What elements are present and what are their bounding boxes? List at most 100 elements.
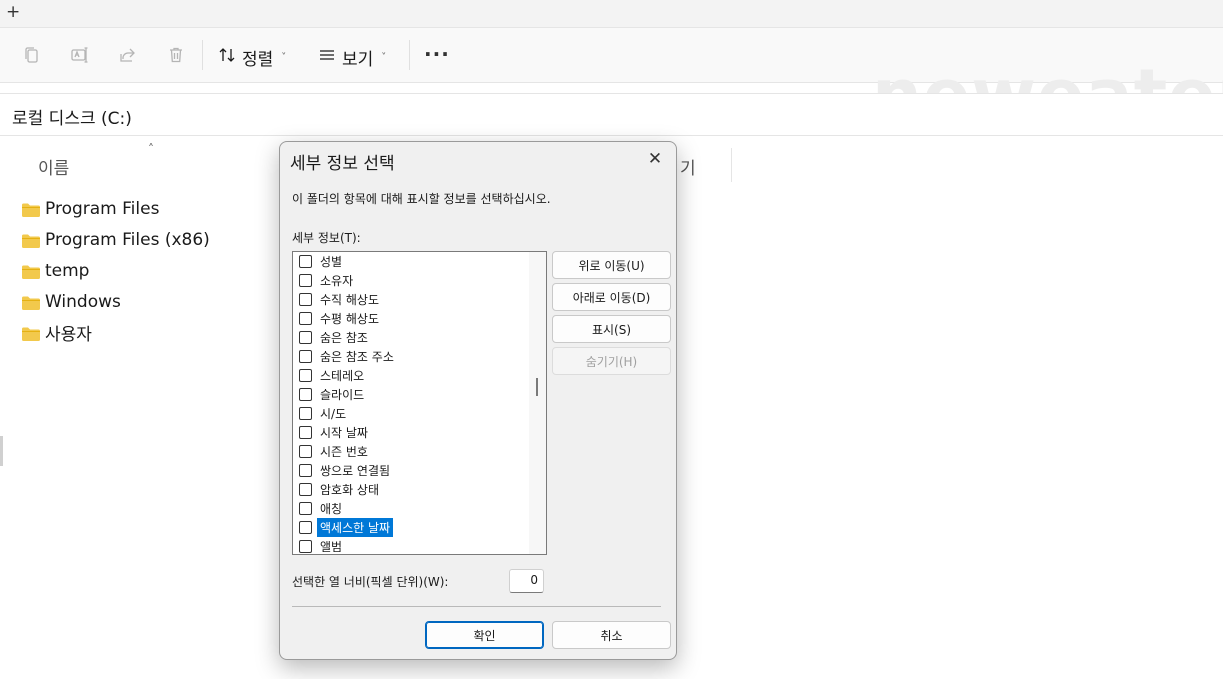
details-item-label: 수직 해상도 — [320, 293, 380, 307]
list-item[interactable]: temp — [22, 255, 210, 286]
details-item-label: 스테레오 — [320, 369, 365, 383]
details-list-item[interactable]: 성별 — [299, 252, 345, 271]
column-header-name[interactable]: 이름 — [38, 154, 69, 179]
details-item-label: 액세스한 날짜 — [317, 518, 394, 537]
details-item-label: 암호화 상태 — [320, 483, 380, 497]
checkbox[interactable] — [299, 445, 312, 458]
sort-button[interactable]: 정렬 ˅ — [218, 45, 286, 70]
details-item-label: 수평 해상도 — [320, 312, 380, 326]
details-list-item[interactable]: 숨은 참조 주소 — [299, 347, 397, 366]
view-icon — [318, 46, 336, 69]
cancel-button[interactable]: 취소 — [552, 621, 671, 649]
details-list-item[interactable]: 시작 날짜 — [299, 423, 371, 442]
details-list-item[interactable]: 스테레오 — [299, 366, 367, 385]
ok-button[interactable]: 확인 — [425, 621, 544, 649]
hide-button[interactable]: 숨기기(H) — [552, 347, 671, 375]
checkbox[interactable] — [299, 331, 312, 344]
details-list-item[interactable]: 수평 해상도 — [299, 309, 382, 328]
details-list-item[interactable]: 쌍으로 연결됨 — [299, 461, 393, 480]
checkbox[interactable] — [299, 483, 312, 496]
details-item-label: 슬라이드 — [320, 388, 365, 402]
details-list-label: 세부 정보(T): — [292, 231, 361, 245]
list-item[interactable]: 사용자 — [22, 317, 210, 348]
checkbox[interactable] — [299, 464, 312, 477]
column-width-input[interactable]: 0 — [509, 569, 544, 593]
details-list-item[interactable]: 숨은 참조 — [299, 328, 371, 347]
file-name: temp — [45, 260, 90, 281]
checkbox[interactable] — [299, 312, 312, 325]
details-list-item[interactable]: 애칭 — [299, 499, 345, 518]
list-item[interactable]: Program Files — [22, 193, 210, 224]
checkbox[interactable] — [299, 426, 312, 439]
command-bar: 정렬 ˅ 보기 ˅ ··· neweater — [0, 28, 1223, 136]
details-list-item-selected[interactable]: 액세스한 날짜 — [299, 518, 394, 537]
chevron-down-icon: ˅ — [281, 52, 287, 63]
delete-icon[interactable] — [166, 45, 186, 65]
view-label: 보기 — [342, 50, 374, 70]
show-button[interactable]: 표시(S) — [552, 315, 671, 343]
checkbox[interactable] — [299, 369, 312, 382]
address-path: 로컬 디스크 (C:) — [12, 109, 132, 129]
sort-label: 정렬 — [242, 50, 274, 70]
checkbox[interactable] — [299, 407, 312, 420]
pane-resize-handle[interactable] — [0, 436, 3, 466]
folder-icon — [22, 264, 40, 279]
dialog-description: 이 폴더의 항목에 대해 표시할 정보를 선택하십시오. — [292, 192, 551, 206]
close-button[interactable]: ✕ — [644, 148, 666, 170]
details-list-item[interactable]: 시/도 — [299, 404, 349, 423]
details-list-item[interactable]: 암호화 상태 — [299, 480, 382, 499]
sort-ascending-icon: ˄ — [148, 142, 154, 156]
dialog-title: 세부 정보 선택 — [290, 154, 395, 174]
chevron-down-icon: ˅ — [381, 52, 387, 63]
details-list-item[interactable]: 소유자 — [299, 271, 356, 290]
details-listbox[interactable]: 성별 소유자 수직 해상도 수평 해상도 숨은 참조 숨은 참조 주소 스테레오… — [292, 251, 547, 555]
checkbox[interactable] — [299, 274, 312, 287]
checkbox[interactable] — [299, 502, 312, 515]
checkbox[interactable] — [299, 293, 312, 306]
column-header-partial[interactable]: 기 — [680, 154, 696, 179]
toolbar-divider — [409, 40, 410, 70]
details-list-item[interactable]: 시즌 번호 — [299, 442, 371, 461]
checkbox[interactable] — [299, 540, 312, 553]
choose-details-dialog: 세부 정보 선택 ✕ 이 폴더의 항목에 대해 표시할 정보를 선택하십시오. … — [279, 141, 677, 660]
file-name: Windows — [45, 291, 121, 312]
file-name: Program Files (x86) — [45, 229, 210, 250]
checkbox[interactable] — [299, 521, 312, 534]
view-button[interactable]: 보기 ˅ — [318, 45, 386, 70]
move-down-button[interactable]: 아래로 이동(D) — [552, 283, 671, 311]
details-list-item[interactable]: 슬라이드 — [299, 385, 367, 404]
address-bar[interactable]: 로컬 디스크 (C:) — [0, 93, 1223, 136]
folder-icon — [22, 202, 40, 217]
details-item-label: 시작 날짜 — [320, 426, 368, 440]
details-item-label: 소유자 — [320, 274, 354, 288]
list-item[interactable]: Program Files (x86) — [22, 224, 210, 255]
details-list-item[interactable]: 앨범 — [299, 537, 345, 554]
toolbar-divider — [202, 40, 203, 70]
share-icon[interactable] — [118, 45, 138, 65]
file-list: Program Files Program Files (x86) temp W… — [22, 193, 210, 348]
folder-icon — [22, 295, 40, 310]
column-width-label: 선택한 열 너비(픽셀 단위)(W): — [292, 575, 449, 589]
dialog-divider — [292, 606, 661, 607]
checkbox[interactable] — [299, 255, 312, 268]
rename-icon[interactable] — [70, 45, 90, 65]
tab-strip: + — [0, 0, 1223, 28]
file-name: 사용자 — [45, 325, 92, 345]
new-tab-button[interactable]: + — [6, 2, 20, 22]
scrollbar-thumb[interactable] — [536, 378, 538, 396]
checkbox[interactable] — [299, 350, 312, 363]
folder-icon — [22, 326, 40, 341]
details-item-label: 시즌 번호 — [320, 445, 368, 459]
details-list-item[interactable]: 수직 해상도 — [299, 290, 382, 309]
more-options-button[interactable]: ··· — [424, 42, 450, 66]
copy-icon[interactable] — [22, 45, 42, 65]
listbox-scrollbar[interactable] — [529, 252, 546, 554]
details-item-label: 앨범 — [320, 540, 343, 554]
details-item-label: 시/도 — [320, 407, 347, 421]
list-item[interactable]: Windows — [22, 286, 210, 317]
column-divider[interactable] — [731, 148, 732, 182]
details-item-label: 숨은 참조 — [320, 331, 368, 345]
checkbox[interactable] — [299, 388, 312, 401]
details-item-label: 성별 — [320, 255, 343, 269]
move-up-button[interactable]: 위로 이동(U) — [552, 251, 671, 279]
